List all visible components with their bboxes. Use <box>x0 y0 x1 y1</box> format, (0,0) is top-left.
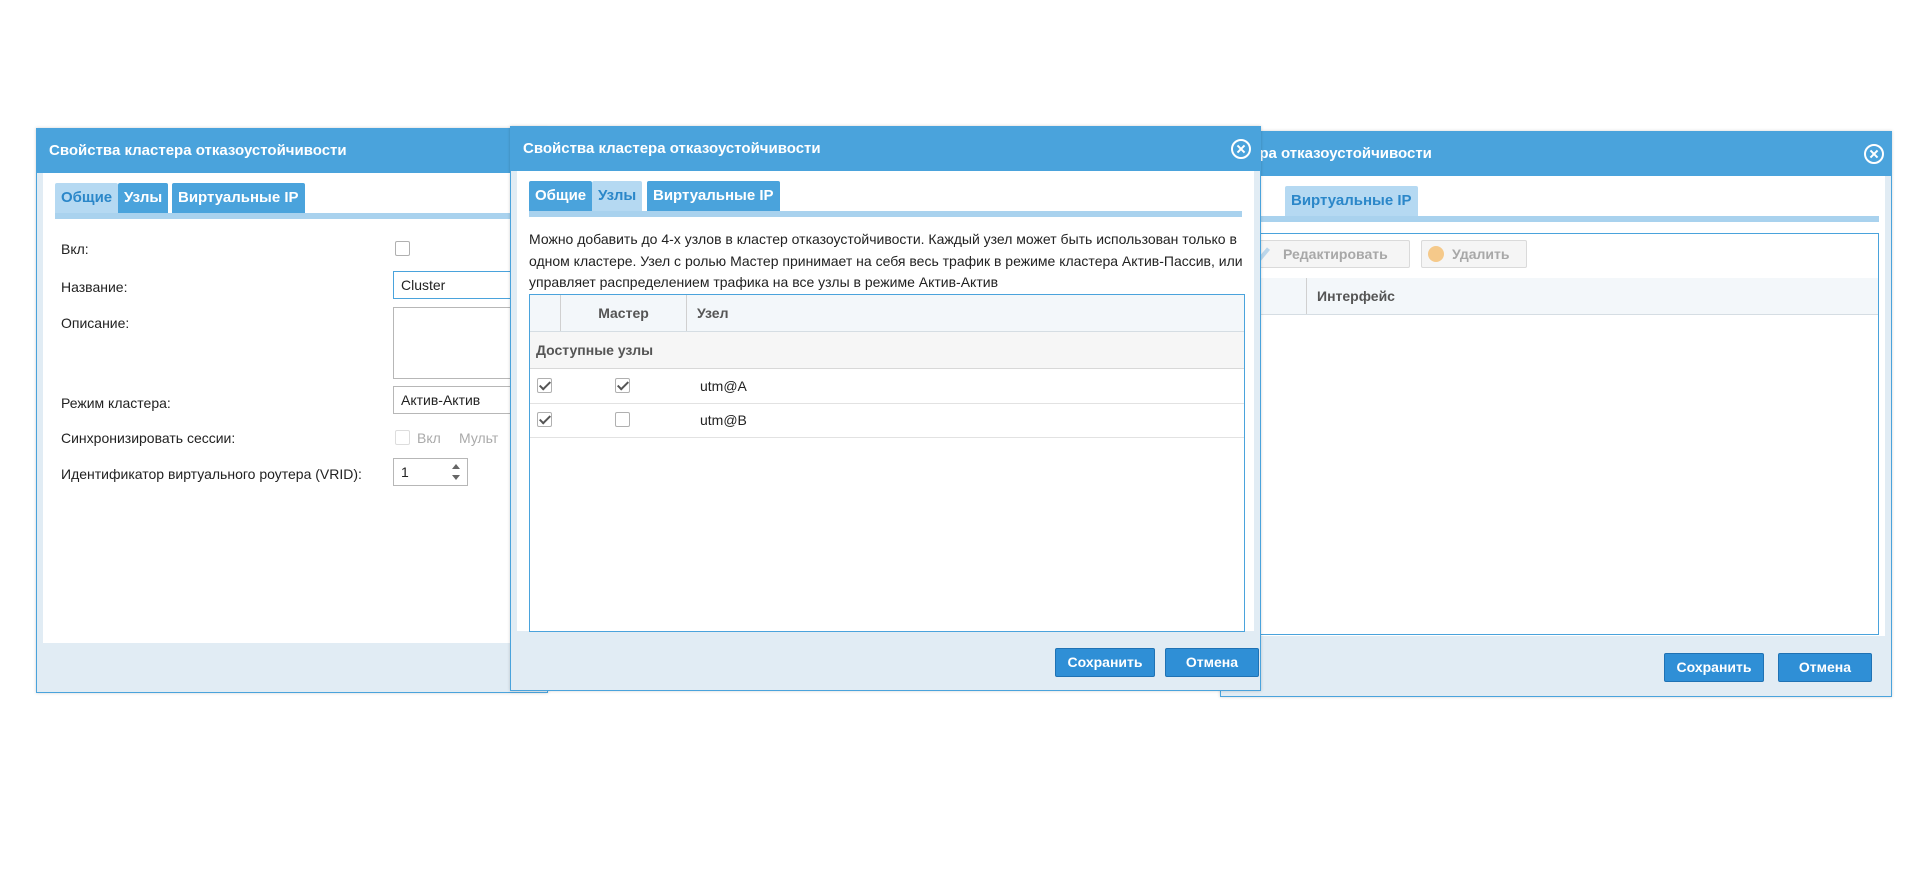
tab-strip: Общие Узлы Виртуальные IP <box>529 181 1242 217</box>
dialog-title: Свойства кластера отказоустойчивости <box>37 129 547 173</box>
row-select-checkbox[interactable] <box>537 378 552 393</box>
description-label: Описание: <box>61 315 130 331</box>
vrid-spinner[interactable]: 1 <box>393 458 468 486</box>
dialog-title-text: ера отказоустойчивости <box>1251 145 1432 162</box>
column-master[interactable]: Мастер <box>598 305 649 321</box>
grid-header: Мастер Узел <box>530 295 1244 332</box>
nodes-description: Можно добавить до 4-х узлов в кластер от… <box>529 231 1243 290</box>
cluster-dialog-nodes: Свойства кластера отказоустойчивости Общ… <box>510 126 1261 691</box>
mode-label: Режим кластера: <box>61 395 171 411</box>
sync-on-label: Вкл <box>417 430 441 446</box>
column-node[interactable]: Узел <box>686 295 1246 331</box>
master-checkbox[interactable] <box>615 412 630 427</box>
delete-button[interactable]: Удалить <box>1421 240 1527 268</box>
cancel-button[interactable]: Отмена <box>1165 648 1259 677</box>
tab-virtual-ip[interactable]: Виртуальные IP <box>172 183 305 213</box>
save-button[interactable]: Сохранить <box>1055 648 1155 677</box>
grid-header: Интерфейс <box>1228 278 1878 315</box>
node-name: utm@A <box>700 378 747 394</box>
name-label: Название: <box>61 279 128 295</box>
group-label: Доступные узлы <box>536 342 654 358</box>
sync-multi-label: Мульт <box>459 430 499 446</box>
tab-general[interactable]: Общие <box>55 183 119 213</box>
edit-button-label: Редактировать <box>1283 246 1388 262</box>
enabled-checkbox[interactable] <box>395 241 410 256</box>
tab-strip: Общие Узлы Виртуальные IP <box>55 183 575 219</box>
dialog-title: Свойства кластера отказоустойчивости <box>511 127 1260 171</box>
group-row: Доступные узлы <box>530 332 1244 369</box>
dialog-body: Общие Узлы Виртуальные IP Вкл: Название:… <box>43 173 593 643</box>
tab-nodes[interactable]: Узлы <box>118 183 169 213</box>
close-icon[interactable] <box>1864 144 1884 164</box>
edit-button[interactable]: Редактировать <box>1252 240 1410 268</box>
vrid-label: Идентификатор виртуального роутера (VRID… <box>61 466 362 482</box>
column-interface[interactable]: Интерфейс <box>1306 278 1806 314</box>
delete-icon <box>1428 246 1444 262</box>
enabled-label: Вкл: <box>61 241 89 257</box>
table-row[interactable]: utm@B <box>530 403 1244 438</box>
tab-virtual-ip[interactable]: Виртуальные IP <box>647 181 780 211</box>
dialog-title: ера отказоустойчивости <box>1221 132 1891 176</box>
sync-on-checkbox[interactable] <box>395 430 410 445</box>
sync-label: Синхронизировать сессии: <box>61 430 236 446</box>
master-checkbox[interactable] <box>615 378 630 393</box>
cancel-button[interactable]: Отмена <box>1778 653 1872 682</box>
virtual-ip-grid: Редактировать Удалить Интерфейс <box>1227 233 1879 635</box>
delete-button-label: Удалить <box>1452 246 1510 262</box>
tab-general[interactable]: Общие <box>529 181 593 211</box>
spinner-arrows-icon[interactable] <box>451 461 461 483</box>
tab-nodes[interactable]: Узлы <box>592 181 643 211</box>
row-select-checkbox[interactable] <box>537 412 552 427</box>
cluster-dialog-general: Свойства кластера отказоустойчивости Общ… <box>36 128 593 693</box>
nodes-grid: Мастер Узел Доступные узлы utm@A utm@B <box>529 294 1245 632</box>
dialog-body: Виртуальные IP Редактировать Удалить Инт… <box>1227 176 1885 636</box>
save-button[interactable]: Сохранить <box>1664 653 1764 682</box>
vrid-value: 1 <box>401 464 409 480</box>
table-row[interactable]: utm@A <box>530 369 1244 404</box>
tab-strip: Виртуальные IP <box>1227 186 1879 222</box>
tab-virtual-ip[interactable]: Виртуальные IP <box>1285 186 1418 216</box>
node-name: utm@B <box>700 412 747 428</box>
column-select: Мастер <box>560 295 686 331</box>
dialog-body: Общие Узлы Виртуальные IP Можно добавить… <box>517 171 1254 632</box>
cluster-dialog-virtual-ip: ера отказоустойчивости Виртуальные IP Ре… <box>1220 131 1892 697</box>
close-icon[interactable] <box>1231 139 1251 159</box>
